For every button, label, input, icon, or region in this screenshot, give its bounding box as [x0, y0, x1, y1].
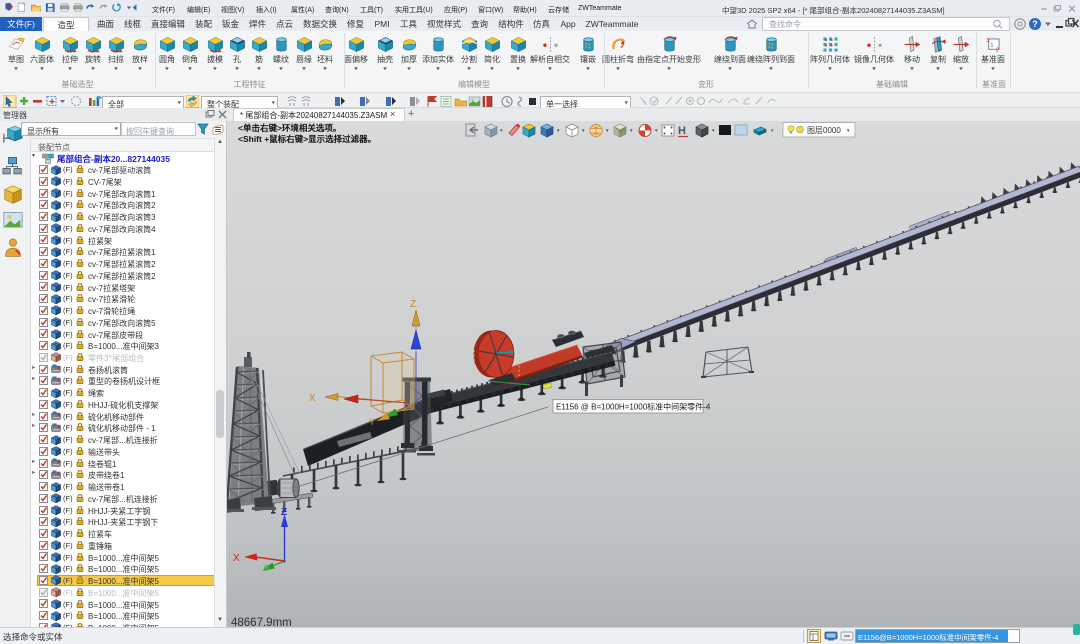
svg-text:E1156 @ B=1000H=1000标准中间架零件-4: E1156 @ B=1000H=1000标准中间架零件-4: [556, 402, 711, 412]
svg-text:48667.9mm: 48667.9mm: [231, 617, 292, 627]
svg-text:X: X: [233, 553, 240, 564]
svg-text:查找命令: 查找命令: [769, 19, 801, 29]
svg-text:?: ?: [1032, 19, 1038, 29]
svg-text:Z: Z: [281, 507, 287, 518]
svg-text:X: X: [309, 393, 316, 404]
svg-text:Y: Y: [369, 417, 375, 427]
svg-text:Z: Z: [410, 299, 416, 310]
